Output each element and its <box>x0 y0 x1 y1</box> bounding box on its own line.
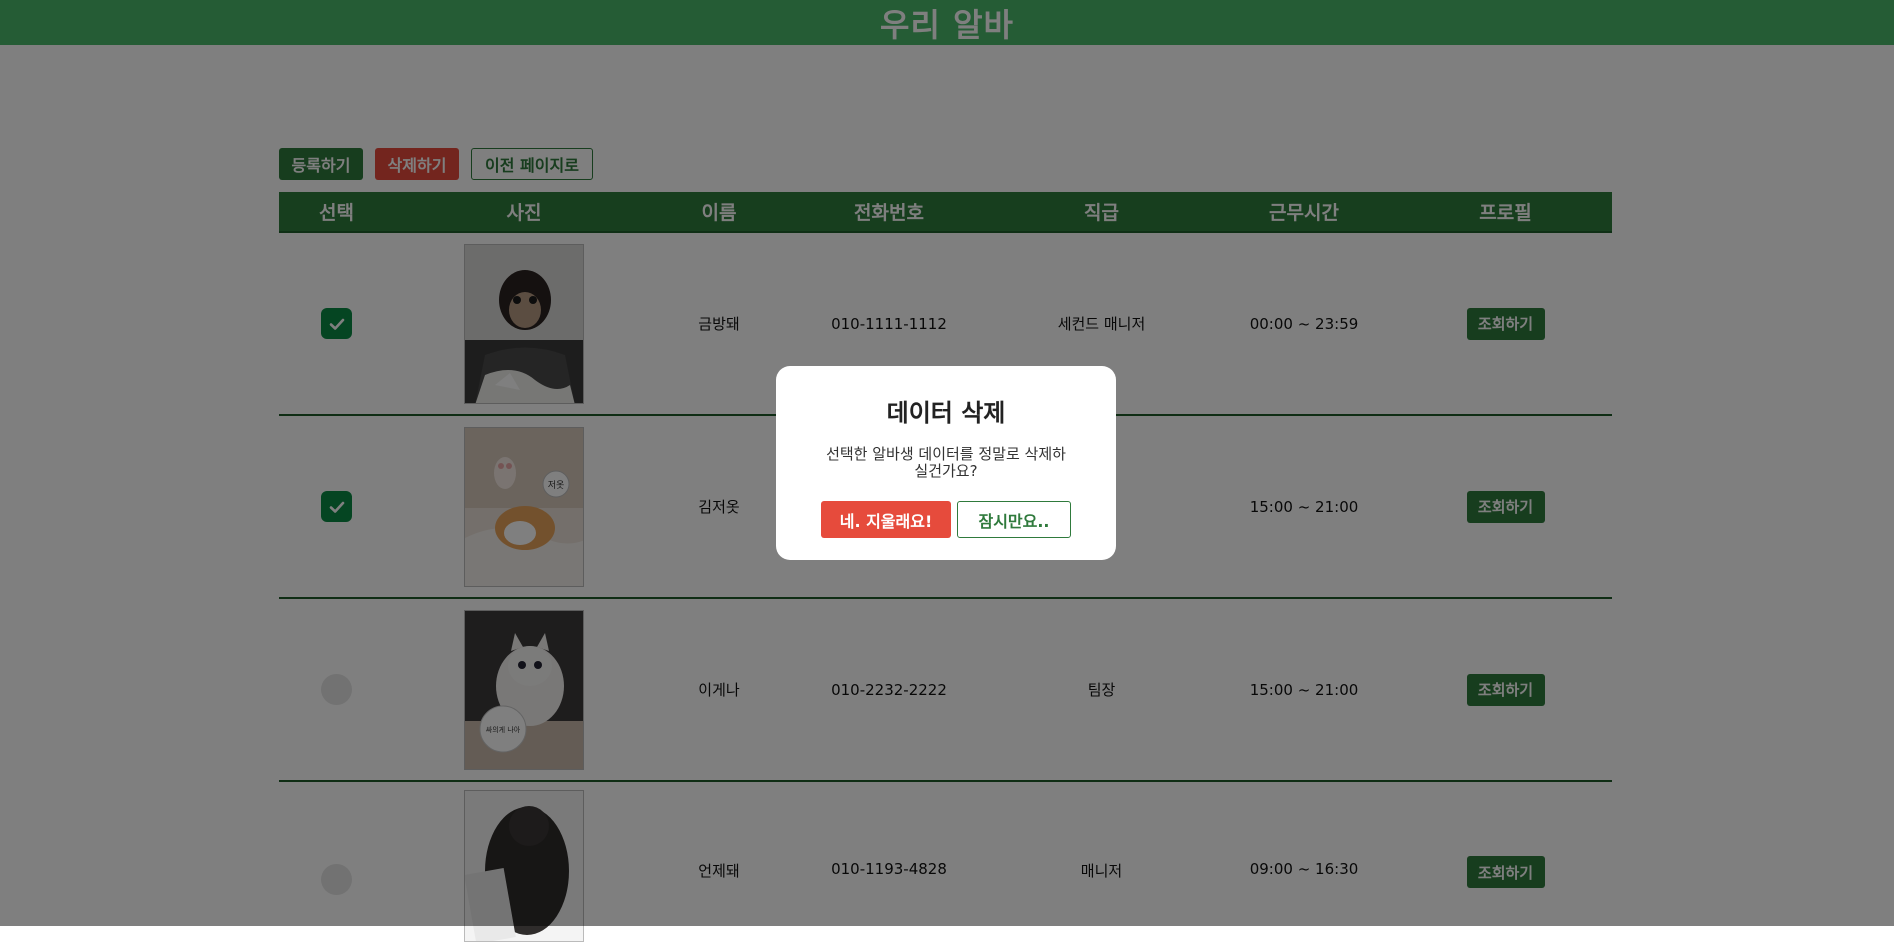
delete-confirm-dialog: 데이터 삭제 선택한 알바생 데이터를 정말로 삭제하실건가요? 네. 지울래요… <box>776 366 1116 560</box>
dialog-actions: 네. 지울래요! 잠시만요.. <box>776 501 1116 538</box>
dialog-title: 데이터 삭제 <box>886 399 1006 427</box>
dialog-message: 선택한 알바생 데이터를 정말로 삭제하실건가요? <box>826 445 1066 480</box>
confirm-delete-button[interactable]: 네. 지울래요! <box>821 501 951 538</box>
cancel-delete-button[interactable]: 잠시만요.. <box>957 501 1071 538</box>
